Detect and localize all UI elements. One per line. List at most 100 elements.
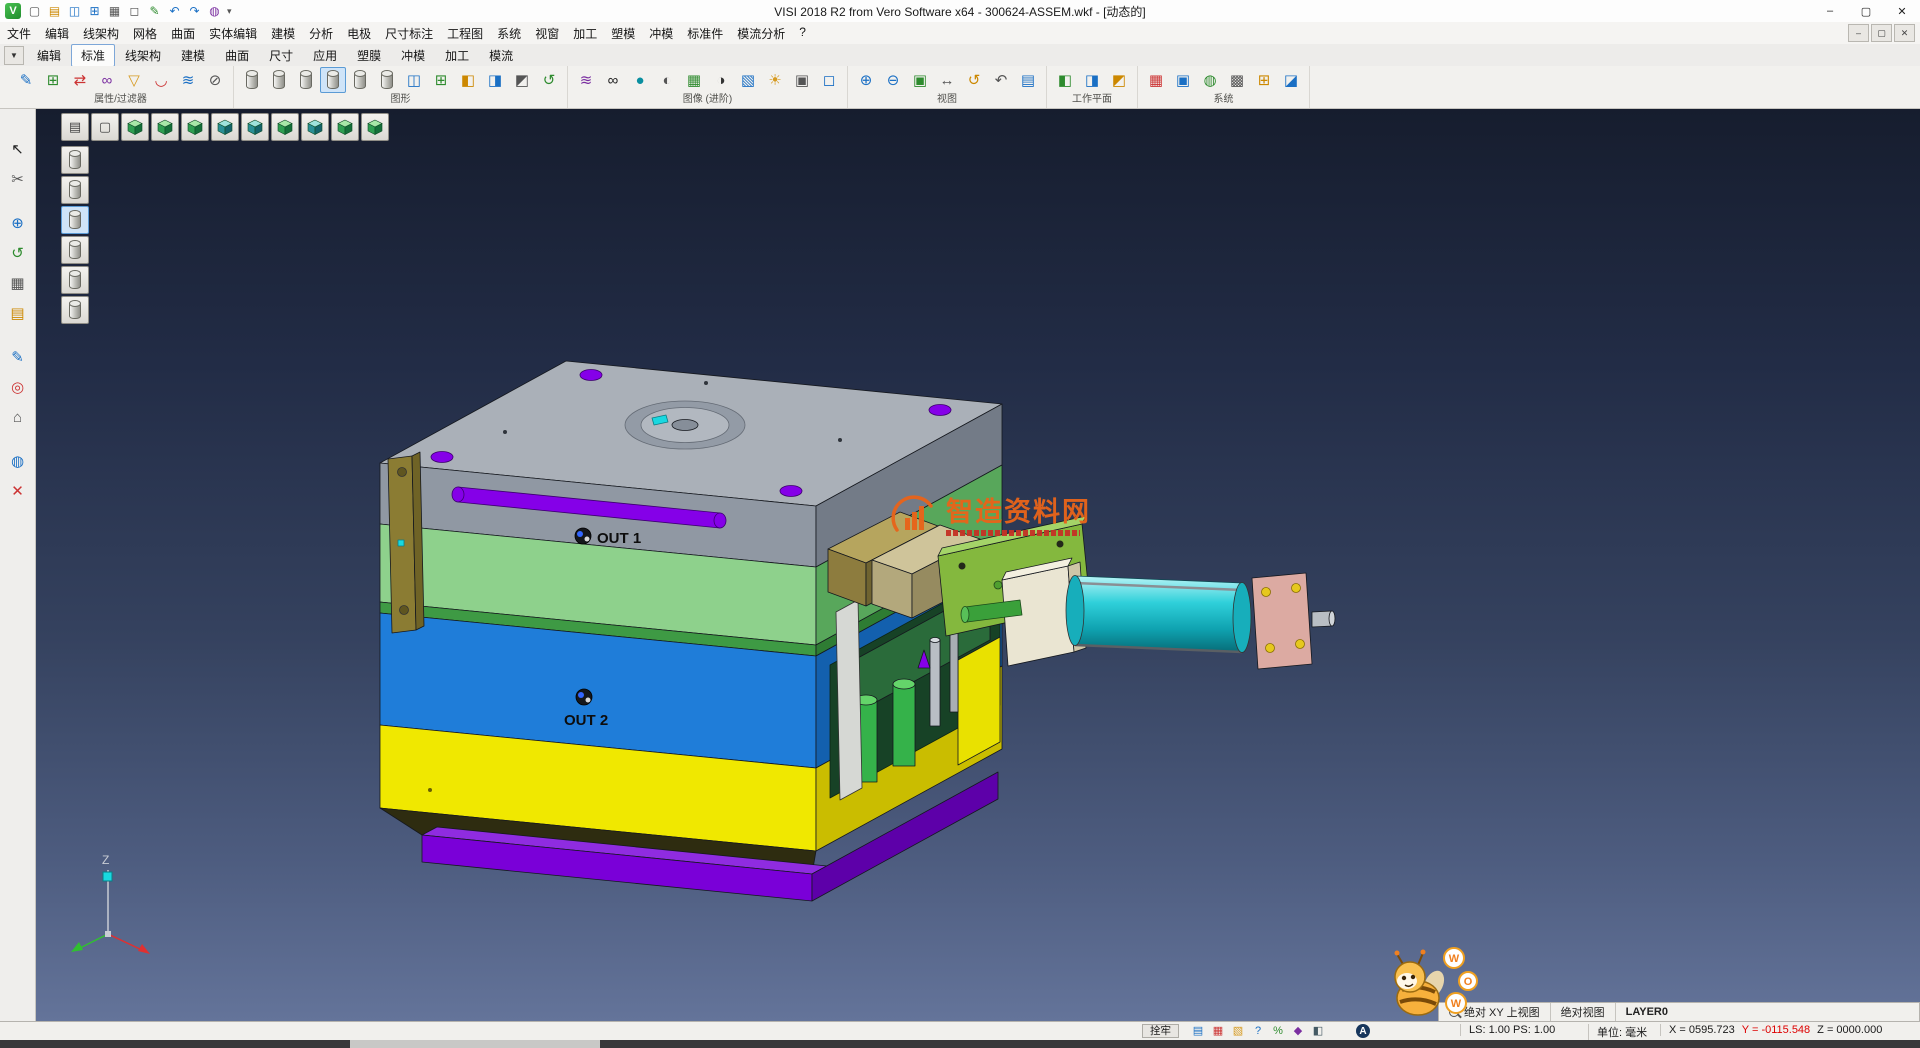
- snap-percent-icon[interactable]: %: [1270, 1023, 1286, 1038]
- info-icon[interactable]: ◍: [5, 448, 31, 474]
- redo-icon[interactable]: ↷: [185, 2, 204, 21]
- cylinder-primitive-icon[interactable]: [61, 176, 89, 204]
- pan-icon[interactable]: ↔: [934, 67, 960, 93]
- tab-die[interactable]: 冲模: [391, 44, 435, 67]
- print-icon[interactable]: ▦: [105, 2, 124, 21]
- zoom-fit-icon[interactable]: ▣: [907, 67, 933, 93]
- menu-window[interactable]: 视窗: [528, 25, 566, 42]
- maximize-button[interactable]: ▢: [1848, 1, 1884, 22]
- monitor-icon[interactable]: ▣: [1170, 67, 1196, 93]
- hidden-line-display-icon[interactable]: [266, 67, 292, 93]
- menu-solid-edit[interactable]: 实体编辑: [202, 25, 264, 42]
- menu-help[interactable]: ?: [792, 25, 813, 39]
- menu-standard-parts[interactable]: 标准件: [680, 25, 730, 42]
- home-view-icon[interactable]: ⌂: [5, 404, 31, 430]
- undo-icon[interactable]: ↶: [165, 2, 184, 21]
- grid-display-icon[interactable]: ▦: [5, 270, 31, 296]
- swap-entities-icon[interactable]: ⇄: [67, 67, 93, 93]
- back-view-icon[interactable]: [301, 113, 329, 141]
- wireframe-display-icon[interactable]: [239, 67, 265, 93]
- snap-lock-toggle[interactable]: 拴牢: [1142, 1024, 1179, 1038]
- close-button[interactable]: ✕: [1884, 1, 1920, 22]
- mold-assembly-model[interactable]: OUT 1 OUT 2: [380, 361, 1335, 901]
- front-view-icon[interactable]: [211, 113, 239, 141]
- display-mode-icon[interactable]: ▤: [1190, 1023, 1206, 1038]
- modify-attributes-icon[interactable]: ✎: [13, 67, 39, 93]
- minimize-button[interactable]: –: [1812, 1, 1848, 22]
- menu-system[interactable]: 系统: [490, 25, 528, 42]
- mdi-close-button[interactable]: ✕: [1894, 24, 1915, 42]
- tab-edit[interactable]: 编辑: [27, 44, 71, 67]
- background-icon[interactable]: ▧: [735, 67, 761, 93]
- texture-icon[interactable]: ▦: [681, 67, 707, 93]
- tab-machining[interactable]: 加工: [435, 44, 479, 67]
- iso-view-2-icon[interactable]: [151, 113, 179, 141]
- globe-icon[interactable]: ◍: [1197, 67, 1223, 93]
- reset-filter-icon[interactable]: ⊘: [202, 67, 228, 93]
- dynamic-view-icon[interactable]: [361, 113, 389, 141]
- single-viewport-icon[interactable]: ▢: [91, 113, 119, 141]
- rotate-view-icon[interactable]: ↺: [961, 67, 987, 93]
- tab-surface[interactable]: 曲面: [215, 44, 259, 67]
- lights-icon[interactable]: ☀: [762, 67, 788, 93]
- mdi-restore-button[interactable]: ▢: [1871, 24, 1892, 42]
- 3d-viewport[interactable]: OUT 1 OUT 2 Z ▤ ▢: [35, 108, 1920, 1022]
- menu-electrode[interactable]: 电极: [340, 25, 378, 42]
- measure-icon[interactable]: ◎: [5, 374, 31, 400]
- assistant-badge[interactable]: A: [1356, 1024, 1370, 1038]
- dynamic-section-icon[interactable]: ◨: [482, 67, 508, 93]
- save-all-icon[interactable]: ⊞: [85, 2, 104, 21]
- view-list-icon[interactable]: ▤: [1015, 67, 1041, 93]
- transparent-display-icon[interactable]: [347, 67, 373, 93]
- open-file-icon[interactable]: ▤: [45, 2, 64, 21]
- render-sphere-icon[interactable]: ●: [627, 67, 653, 93]
- menu-file[interactable]: 文件: [0, 25, 38, 42]
- shaded-display-icon[interactable]: [293, 67, 319, 93]
- tab-standard[interactable]: 标准: [71, 44, 115, 67]
- quick-access-dropdown-icon[interactable]: ▾: [227, 6, 232, 17]
- workplane-align-icon[interactable]: ◨: [1079, 67, 1105, 93]
- copy-attributes-icon[interactable]: ⊞: [40, 67, 66, 93]
- macro-icon[interactable]: ◍: [205, 2, 224, 21]
- render-options-icon[interactable]: ◩: [509, 67, 535, 93]
- cube-status-icon[interactable]: ◆: [1290, 1023, 1306, 1038]
- trim-scissors-icon[interactable]: ✂: [5, 166, 31, 192]
- smart-select-icon[interactable]: ⊕: [5, 210, 31, 236]
- tab-dropdown-icon[interactable]: ▼: [4, 46, 24, 65]
- ghost-display-icon[interactable]: [374, 67, 400, 93]
- camera-icon[interactable]: ▣: [789, 67, 815, 93]
- menu-wireframe[interactable]: 线架构: [76, 25, 126, 42]
- bottom-view-icon[interactable]: [331, 113, 359, 141]
- tab-wireframe[interactable]: 线架构: [115, 44, 171, 67]
- menu-die[interactable]: 冲模: [642, 25, 680, 42]
- shaded-edges-display-icon[interactable]: [320, 67, 346, 93]
- tab-modeling[interactable]: 建模: [171, 44, 215, 67]
- tab-flow[interactable]: 模流: [479, 44, 523, 67]
- shadow-icon[interactable]: ◑: [708, 67, 734, 93]
- layer-manager-icon[interactable]: ▤: [5, 300, 31, 326]
- layer-selector[interactable]: LAYER0: [1616, 1003, 1678, 1021]
- menu-flow-analysis[interactable]: 模流分析: [730, 25, 792, 42]
- magnet-snap-icon[interactable]: ◡: [148, 67, 174, 93]
- plot-icon[interactable]: ✎: [145, 2, 164, 21]
- menu-dimension[interactable]: 尺寸标注: [378, 25, 440, 42]
- perspective-icon[interactable]: ◪: [1278, 67, 1304, 93]
- cone-primitive-icon[interactable]: [61, 206, 89, 234]
- menu-modeling[interactable]: 建模: [264, 25, 302, 42]
- box-display-icon[interactable]: ◫: [401, 67, 427, 93]
- box-primitive-icon[interactable]: [61, 146, 89, 174]
- sketch-edit-icon[interactable]: ✎: [5, 344, 31, 370]
- tab-application[interactable]: 应用: [303, 44, 347, 67]
- mdi-minimize-button[interactable]: –: [1848, 24, 1869, 42]
- paint-status-icon[interactable]: ◧: [1310, 1023, 1326, 1038]
- select-arrow-icon[interactable]: ↖: [5, 136, 31, 162]
- iso-view-1-icon[interactable]: [121, 113, 149, 141]
- right-view-icon[interactable]: [241, 113, 269, 141]
- menu-analysis[interactable]: 分析: [302, 25, 340, 42]
- menu-mold[interactable]: 塑模: [604, 25, 642, 42]
- menu-edit[interactable]: 编辑: [38, 25, 76, 42]
- filter-funnel-icon[interactable]: ▽: [121, 67, 147, 93]
- selection-filter-icon[interactable]: ▦: [1210, 1023, 1226, 1038]
- bounding-box-icon[interactable]: ⊞: [428, 67, 454, 93]
- save-file-icon[interactable]: ◫: [65, 2, 84, 21]
